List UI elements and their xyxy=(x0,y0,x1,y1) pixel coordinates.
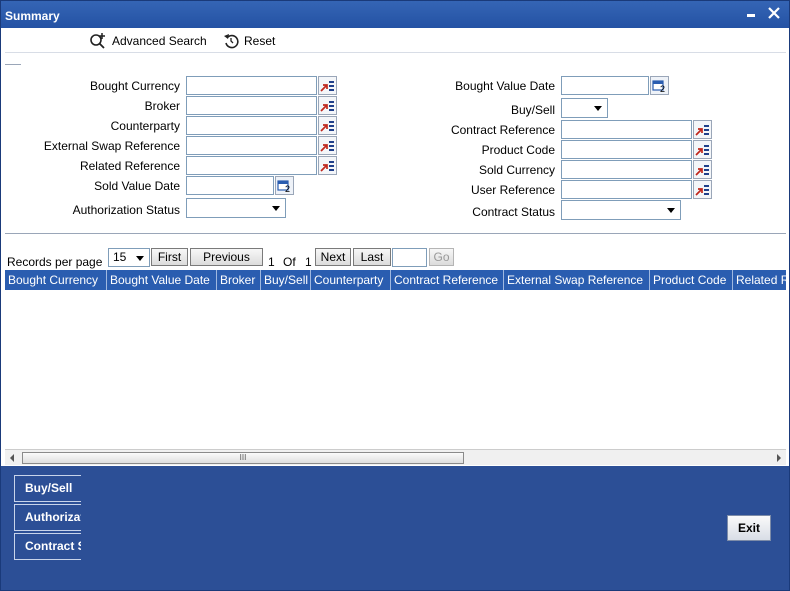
bought-currency-lov-icon[interactable] xyxy=(318,76,337,95)
results-grid-header: Bought Currency Bought Value Date Broker… xyxy=(5,270,786,290)
broker-label: Broker xyxy=(144,99,180,113)
reset-button[interactable]: Reset xyxy=(223,32,275,50)
previous-page-button[interactable]: Previous xyxy=(190,248,263,266)
product-code-input[interactable] xyxy=(561,140,692,159)
advanced-search-label: Advanced Search xyxy=(112,34,207,48)
records-per-page-label: Records per page xyxy=(7,255,103,269)
bought-value-date-calendar-icon[interactable]: 2 xyxy=(650,76,669,95)
scrollbar-thumb[interactable]: III xyxy=(22,452,464,464)
footer-panel: Buy/Sell Authorization Status Contract S… xyxy=(1,466,789,590)
scroll-left-icon[interactable] xyxy=(5,450,19,466)
user-reference-label: User Reference xyxy=(470,183,555,197)
current-page: 1 xyxy=(268,255,275,269)
sold-value-date-calendar-icon[interactable]: 2 xyxy=(275,176,294,195)
chevron-down-icon xyxy=(667,208,675,213)
summary-window: Summary Advanced Search Reset Bought Cur… xyxy=(0,0,790,591)
related-reference-input[interactable] xyxy=(186,156,317,175)
sold-currency-label: Sold Currency xyxy=(478,163,555,177)
chevron-down-icon xyxy=(272,206,280,211)
contract-status-select[interactable] xyxy=(561,200,681,220)
authorization-status-button[interactable]: Authorization Status xyxy=(14,504,81,531)
external-swap-reference-input[interactable] xyxy=(186,136,317,155)
buy-sell-label: Buy/Sell xyxy=(510,103,555,117)
page-number-input[interactable] xyxy=(392,248,427,267)
user-reference-lov-icon[interactable] xyxy=(693,180,712,199)
horizontal-scrollbar[interactable]: III xyxy=(5,449,786,465)
exit-button[interactable]: Exit xyxy=(727,515,771,541)
sold-value-date-label: Sold Value Date xyxy=(94,179,180,193)
svg-text:2: 2 xyxy=(660,84,665,93)
column-header-external-swap-reference[interactable]: External Swap Reference xyxy=(504,270,650,290)
title-bar: Summary xyxy=(1,1,789,28)
last-page-button[interactable]: Last xyxy=(353,248,391,266)
user-reference-input[interactable] xyxy=(561,180,692,199)
related-reference-label: Related Reference xyxy=(79,159,180,173)
contract-status-button[interactable]: Contract Status xyxy=(14,533,81,560)
records-per-page-value: 15 xyxy=(113,250,127,264)
search-criteria-panel: Bought Currency Broker Counterparty Exte… xyxy=(5,65,786,234)
column-header-bought-currency[interactable]: Bought Currency xyxy=(5,270,107,290)
column-header-broker[interactable]: Broker xyxy=(217,270,261,290)
authorization-status-label: Authorization Status xyxy=(72,203,180,217)
related-reference-lov-icon[interactable] xyxy=(318,156,337,175)
counterparty-input[interactable] xyxy=(186,116,317,135)
advanced-search-button[interactable]: Advanced Search xyxy=(89,32,207,50)
advanced-search-icon xyxy=(89,32,107,50)
counterparty-lov-icon[interactable] xyxy=(318,116,337,135)
external-swap-reference-lov-icon[interactable] xyxy=(318,136,337,155)
product-code-lov-icon[interactable] xyxy=(693,140,712,159)
svg-text:2: 2 xyxy=(285,184,290,193)
counterparty-label: Counterparty xyxy=(110,119,180,133)
contract-status-label: Contract Status xyxy=(472,205,555,219)
go-button[interactable]: Go xyxy=(429,248,454,266)
buy-sell-select[interactable] xyxy=(561,98,608,118)
bought-value-date-label: Bought Value Date xyxy=(455,79,555,93)
sold-value-date-input[interactable] xyxy=(186,176,274,195)
close-icon[interactable] xyxy=(766,5,782,21)
bought-currency-input[interactable] xyxy=(186,76,317,95)
minimize-icon[interactable] xyxy=(743,5,759,21)
sold-currency-lov-icon[interactable] xyxy=(693,160,712,179)
bought-currency-label: Bought Currency xyxy=(89,79,180,93)
scroll-right-icon[interactable] xyxy=(772,450,786,466)
column-header-contract-reference[interactable]: Contract Reference xyxy=(391,270,504,290)
column-header-counterparty[interactable]: Counterparty xyxy=(311,270,391,290)
external-swap-reference-label: External Swap Reference xyxy=(43,139,180,153)
column-header-product-code[interactable]: Product Code xyxy=(650,270,733,290)
authorization-status-select[interactable] xyxy=(186,198,286,218)
next-page-button[interactable]: Next xyxy=(315,248,351,266)
window-title: Summary xyxy=(5,9,60,23)
product-code-label: Product Code xyxy=(481,143,555,157)
toolbar: Advanced Search Reset xyxy=(5,29,786,53)
records-per-page-select[interactable]: 15 xyxy=(108,248,150,267)
sold-currency-input[interactable] xyxy=(561,160,692,179)
pagination-bar: Records per page 15 First Previous 1 Of … xyxy=(5,247,786,269)
of-label: Of xyxy=(283,255,296,269)
total-pages: 1 xyxy=(305,255,312,269)
bought-value-date-input[interactable] xyxy=(561,76,649,95)
chevron-down-icon xyxy=(136,256,144,261)
reset-icon xyxy=(223,33,239,49)
scrollbar-grip: III xyxy=(239,453,247,462)
column-header-related-reference[interactable]: Related Reference xyxy=(733,270,786,290)
contract-reference-input[interactable] xyxy=(561,120,692,139)
contract-reference-lov-icon[interactable] xyxy=(693,120,712,139)
broker-input[interactable] xyxy=(186,96,317,115)
buy-sell-button[interactable]: Buy/Sell xyxy=(14,475,81,502)
results-grid-body xyxy=(5,290,786,448)
column-header-buy-sell[interactable]: Buy/Sell xyxy=(261,270,311,290)
contract-reference-label: Contract Reference xyxy=(450,123,555,137)
chevron-down-icon xyxy=(594,106,602,111)
first-page-button[interactable]: First xyxy=(151,248,188,266)
broker-lov-icon[interactable] xyxy=(318,96,337,115)
reset-label: Reset xyxy=(244,34,276,48)
column-header-bought-value-date[interactable]: Bought Value Date xyxy=(107,270,217,290)
